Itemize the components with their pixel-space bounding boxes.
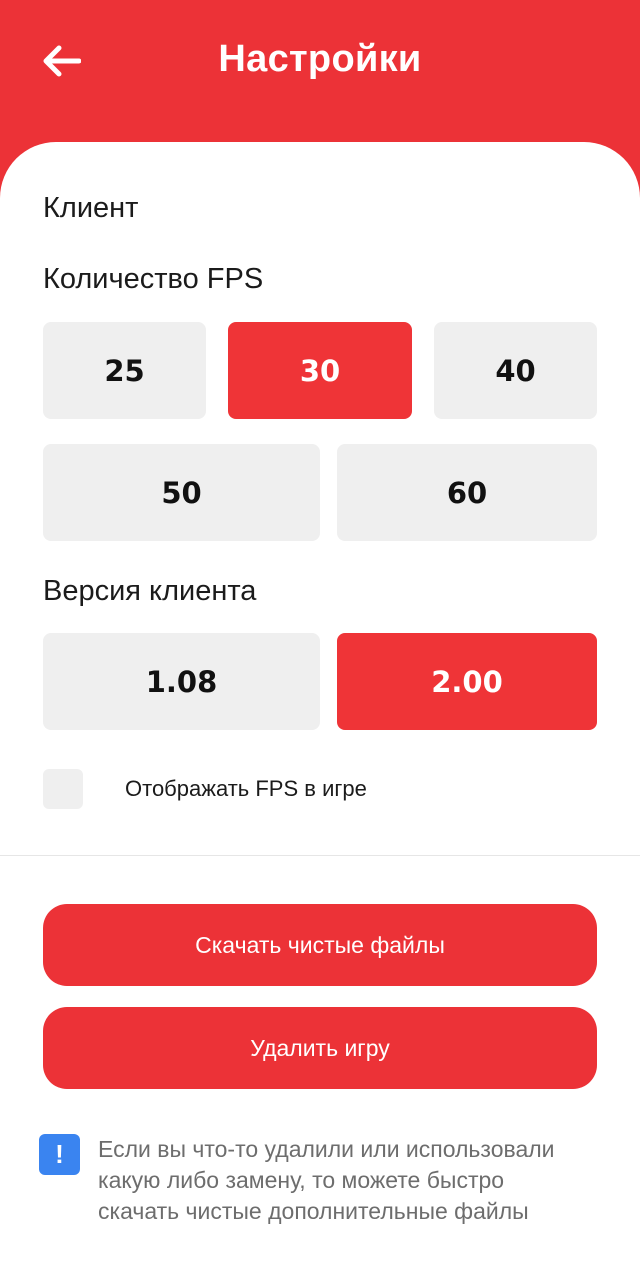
app-header: Настройки	[0, 0, 640, 145]
notice-text: Если вы что-то удалили или использовали …	[98, 1136, 555, 1224]
fps-option-50[interactable]: 50	[43, 444, 320, 541]
version-option-1-08[interactable]: 1.08	[43, 633, 320, 730]
delete-game-button[interactable]: Удалить игру	[43, 1007, 597, 1089]
divider	[0, 855, 640, 856]
settings-panel: Клиент Количество FPS 25 30 40 50 60 Вер…	[0, 142, 640, 1280]
version-option-2-00[interactable]: 2.00	[337, 633, 597, 730]
download-clean-files-button[interactable]: Скачать чистые файлы	[43, 904, 597, 986]
fps-label: Количество FPS	[43, 263, 264, 295]
fps-option-25[interactable]: 25	[43, 322, 206, 419]
show-fps-label: Отображать FPS в игре	[125, 776, 367, 801]
show-fps-checkbox[interactable]	[43, 769, 83, 809]
client-section-title: Клиент	[43, 192, 139, 224]
fps-option-60[interactable]: 60	[337, 444, 597, 541]
page-title: Настройки	[218, 38, 422, 80]
fps-option-30[interactable]: 30	[228, 322, 412, 419]
fps-option-40[interactable]: 40	[434, 322, 597, 419]
version-label: Версия клиента	[43, 575, 257, 607]
exclamation-icon: !	[39, 1134, 80, 1175]
